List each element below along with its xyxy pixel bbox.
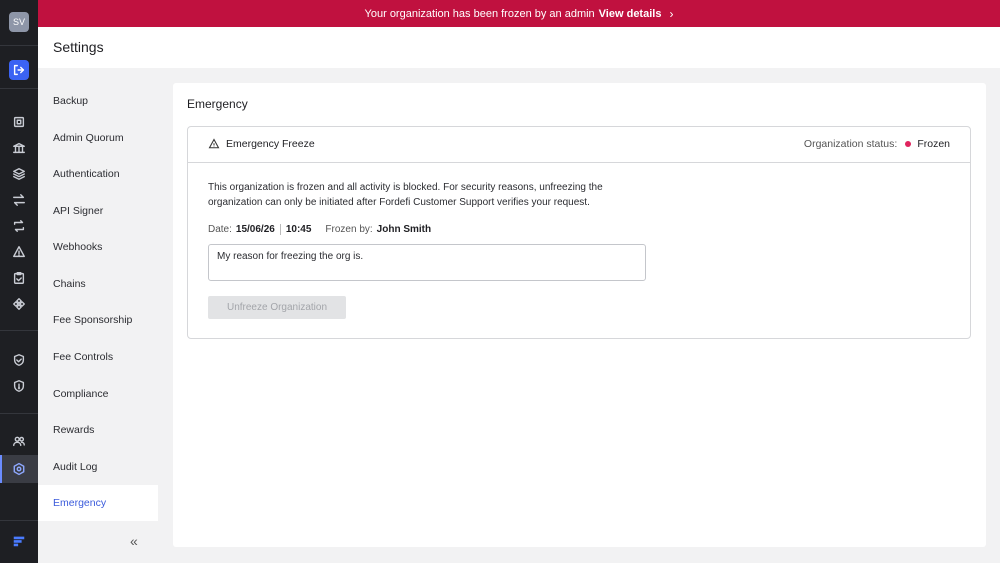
subnav-item-fee-sponsorship[interactable]: Fee Sponsorship bbox=[38, 302, 158, 338]
freeze-reason-field[interactable]: My reason for freezing the org is. bbox=[208, 244, 646, 281]
transfer-icon[interactable] bbox=[9, 190, 29, 210]
shield-check-icon[interactable] bbox=[9, 350, 29, 370]
icon-rail: SV bbox=[0, 0, 38, 563]
subnav-item-admin-quorum[interactable]: Admin Quorum bbox=[38, 120, 158, 156]
date-label: Date: bbox=[208, 224, 232, 235]
shield-lock-icon[interactable] bbox=[9, 376, 29, 396]
subnav-item-api-signer[interactable]: API Signer bbox=[38, 193, 158, 229]
brand-logo-icon bbox=[9, 531, 29, 551]
panel-title: Emergency Freeze bbox=[208, 138, 315, 150]
subnav-item-fee-controls[interactable]: Fee Controls bbox=[38, 339, 158, 375]
nodes-icon[interactable] bbox=[9, 294, 29, 314]
avatar[interactable]: SV bbox=[9, 12, 29, 32]
rail-divider bbox=[0, 88, 38, 89]
organization-status: Organization status: Frozen bbox=[804, 138, 950, 150]
subnav-item-emergency[interactable]: Emergency bbox=[38, 485, 158, 521]
subnav-item-audit-log[interactable]: Audit Log bbox=[38, 449, 158, 485]
swap-icon[interactable] bbox=[9, 216, 29, 236]
rail-divider bbox=[0, 330, 38, 331]
warning-icon bbox=[208, 138, 220, 149]
frozen-by-label: Frozen by: bbox=[325, 224, 373, 235]
chevron-right-icon[interactable]: › bbox=[669, 7, 673, 21]
subnav-item-webhooks[interactable]: Webhooks bbox=[38, 229, 158, 265]
panel-title-text: Emergency Freeze bbox=[226, 138, 315, 150]
freeze-meta: Date: 15/06/26 10:45 Frozen by: John Smi… bbox=[208, 224, 431, 235]
layers-icon[interactable] bbox=[9, 164, 29, 184]
status-dot-icon bbox=[905, 141, 912, 147]
meta-divider bbox=[279, 224, 281, 235]
time-value: 10:45 bbox=[285, 224, 312, 235]
unfreeze-organization-button[interactable]: Unfreeze Organization bbox=[208, 296, 346, 319]
bank-icon[interactable] bbox=[9, 138, 29, 158]
page-header: Settings bbox=[38, 27, 1000, 68]
logout-icon[interactable] bbox=[9, 60, 29, 80]
panel-header: Emergency Freeze Organization status: Fr… bbox=[188, 127, 970, 163]
clipboard-icon[interactable] bbox=[9, 268, 29, 288]
users-icon[interactable] bbox=[9, 431, 29, 451]
subnav-item-rewards[interactable]: Rewards bbox=[38, 412, 158, 448]
freeze-description: This organization is frozen and all acti… bbox=[208, 182, 603, 208]
date-value: 15/06/26 bbox=[235, 224, 275, 235]
section-title: Emergency bbox=[187, 97, 248, 111]
view-details-link[interactable]: View details bbox=[599, 8, 662, 20]
frozen-by-value: John Smith bbox=[376, 224, 432, 235]
banner-message: Your organization has been frozen by an … bbox=[364, 7, 595, 20]
alert-icon[interactable] bbox=[9, 242, 29, 262]
frozen-banner: Your organization has been frozen by an … bbox=[38, 0, 1000, 27]
rail-divider bbox=[0, 45, 38, 46]
status-badge: Frozen bbox=[917, 138, 950, 150]
status-label: Organization status: bbox=[803, 138, 898, 150]
emergency-freeze-panel: Emergency Freeze Organization status: Fr… bbox=[187, 126, 971, 339]
emergency-card: Emergency Emergency Freeze Organization … bbox=[173, 83, 986, 547]
settings-icon[interactable] bbox=[9, 459, 29, 479]
dashboard-icon[interactable] bbox=[9, 112, 29, 132]
subnav-item-chains[interactable]: Chains bbox=[38, 266, 158, 302]
page-title: Settings bbox=[53, 39, 104, 55]
subnav-item-compliance[interactable]: Compliance bbox=[38, 376, 158, 412]
rail-divider bbox=[0, 413, 38, 414]
collapse-sidebar-icon[interactable]: « bbox=[130, 533, 138, 549]
subnav-item-authentication[interactable]: Authentication bbox=[38, 156, 158, 192]
subnav-item-backup[interactable]: Backup bbox=[38, 83, 158, 119]
rail-divider bbox=[0, 520, 38, 521]
